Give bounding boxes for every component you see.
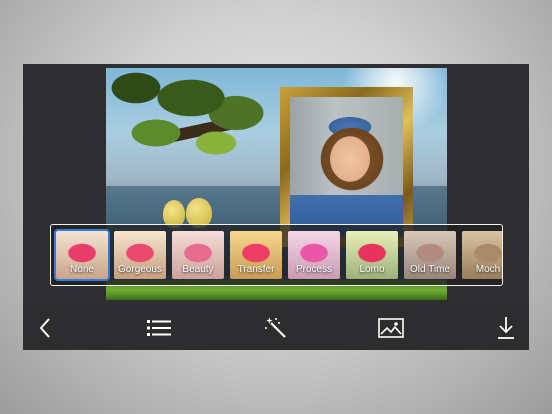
filter-label: Beauty bbox=[182, 264, 214, 275]
filter-label: Old Time bbox=[409, 264, 450, 275]
effects-button[interactable] bbox=[254, 306, 298, 350]
menu-list-button[interactable] bbox=[137, 306, 181, 350]
filter-gorgeous[interactable]: Gorgeous bbox=[114, 231, 166, 279]
filter-beauty[interactable]: Beauty bbox=[172, 231, 224, 279]
back-button[interactable] bbox=[23, 306, 67, 350]
gold-photo-frame[interactable] bbox=[280, 87, 413, 247]
filter-label: Lomo bbox=[359, 264, 385, 275]
filter-label: Moch bbox=[475, 264, 501, 275]
background-image-button[interactable] bbox=[369, 306, 413, 350]
magic-wand-icon bbox=[265, 317, 286, 338]
filter-label: Process bbox=[295, 264, 333, 275]
tree-canopy bbox=[106, 68, 276, 168]
filter-strip[interactable]: None Gorgeous Beauty Transfer Process Lo… bbox=[50, 224, 503, 286]
filter-label: Gorgeous bbox=[118, 264, 162, 275]
filter-old-time[interactable]: Old Time bbox=[404, 231, 456, 279]
back-chevron-icon bbox=[39, 318, 50, 338]
filter-label: Transfer bbox=[237, 264, 275, 275]
filter-label: None bbox=[70, 264, 94, 275]
image-icon bbox=[378, 318, 404, 338]
bottom-toolbar bbox=[23, 306, 529, 350]
framed-portrait bbox=[290, 97, 403, 237]
list-icon bbox=[147, 320, 171, 336]
filter-lomo[interactable]: Lomo bbox=[346, 231, 398, 279]
filter-process[interactable]: Process bbox=[288, 231, 340, 279]
filter-none[interactable]: None bbox=[54, 229, 110, 281]
download-icon bbox=[498, 317, 514, 339]
save-download-button[interactable] bbox=[484, 306, 528, 350]
filter-moch[interactable]: Moch bbox=[462, 231, 502, 279]
filter-transfer[interactable]: Transfer bbox=[230, 231, 282, 279]
